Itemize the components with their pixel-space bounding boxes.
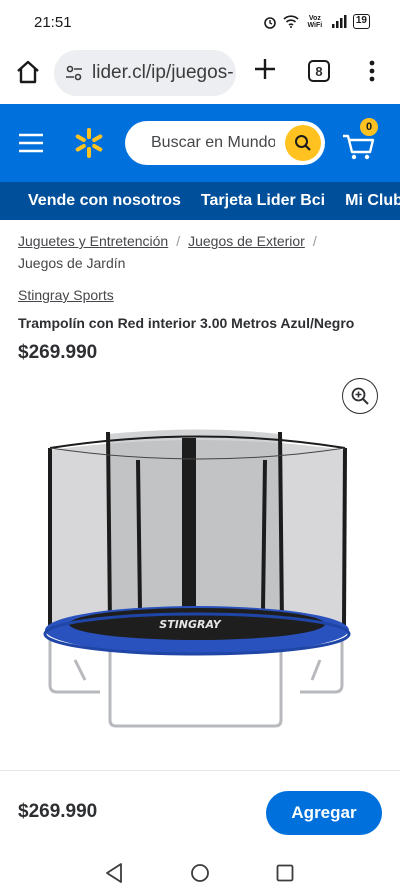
bottom-action-bar: $269.990 Agregar xyxy=(0,770,400,852)
wifi-icon xyxy=(283,15,299,28)
android-nav-bar xyxy=(0,852,400,894)
product-price: $269.990 xyxy=(18,342,98,363)
network-label: Voz WiFi xyxy=(307,14,323,29)
url-text: lider.cl/ip/juegos- xyxy=(92,62,234,83)
zoom-button[interactable] xyxy=(342,378,378,414)
status-bar: 21:51 Voz WiFi 19 xyxy=(0,0,400,44)
more-vert-icon[interactable] xyxy=(364,58,380,84)
plus-icon[interactable] xyxy=(252,56,278,82)
cart-count-badge: 0 xyxy=(360,118,378,136)
search-input[interactable] xyxy=(125,121,275,165)
search-icon xyxy=(295,135,311,151)
status-icons: Voz WiFi 19 xyxy=(263,14,370,29)
zoom-in-icon xyxy=(351,387,369,405)
home-icon[interactable] xyxy=(14,58,42,86)
tabs-count: 8 xyxy=(315,63,323,79)
tabs-button[interactable]: 8 xyxy=(308,60,330,82)
sub-nav-item-tarjeta[interactable]: Tarjeta Lider Bci xyxy=(201,192,325,210)
add-to-cart-button[interactable]: Agregar xyxy=(266,791,382,835)
breadcrumb-separator: / xyxy=(312,233,317,249)
battery-indicator: 19 xyxy=(352,14,370,29)
search-box[interactable] xyxy=(125,121,325,165)
breadcrumb-item-juegos-jardin: Juegos de Jardín xyxy=(18,255,126,271)
add-to-cart-label: Agregar xyxy=(291,803,357,822)
browser-toolbar: lider.cl/ip/juegos- 8 xyxy=(0,44,400,104)
address-bar[interactable]: lider.cl/ip/juegos- xyxy=(54,50,236,96)
breadcrumb-item-juguetes[interactable]: Juguetes y Entretención xyxy=(18,233,168,249)
bottom-price: $269.990 xyxy=(18,801,98,822)
nav-back-icon[interactable] xyxy=(104,862,124,884)
sub-nav-item-vende[interactable]: Vende con nosotros xyxy=(28,192,181,210)
status-time: 21:51 xyxy=(34,14,72,31)
search-button[interactable] xyxy=(285,125,321,161)
breadcrumb: Juguetes y Entretención / Juegos de Exteri… xyxy=(18,230,388,274)
site-header xyxy=(0,104,400,182)
alarm-icon xyxy=(264,16,276,29)
breadcrumb-separator: / xyxy=(176,233,181,249)
spark-logo-icon[interactable] xyxy=(72,126,106,160)
product-image-label: STINGRAY xyxy=(159,618,221,631)
hamburger-icon[interactable] xyxy=(18,132,44,154)
sub-nav: Vende con nosotros Tarjeta Lider Bci Mi … xyxy=(0,182,400,220)
breadcrumb-item-juegos-exterior[interactable]: Juegos de Exterior xyxy=(188,233,305,249)
nav-home-icon[interactable] xyxy=(190,863,210,883)
sub-nav-item-mi-club[interactable]: Mi Club xyxy=(345,192,400,210)
signal-icon xyxy=(331,15,347,28)
nav-recents-icon[interactable] xyxy=(276,864,294,882)
product-title: Trampolín con Red interior 3.00 Metros A… xyxy=(18,315,355,331)
product-image[interactable]: STINGRAY xyxy=(30,420,370,740)
brand-link[interactable]: Stingray Sports xyxy=(18,287,114,303)
tune-icon[interactable] xyxy=(64,63,84,83)
